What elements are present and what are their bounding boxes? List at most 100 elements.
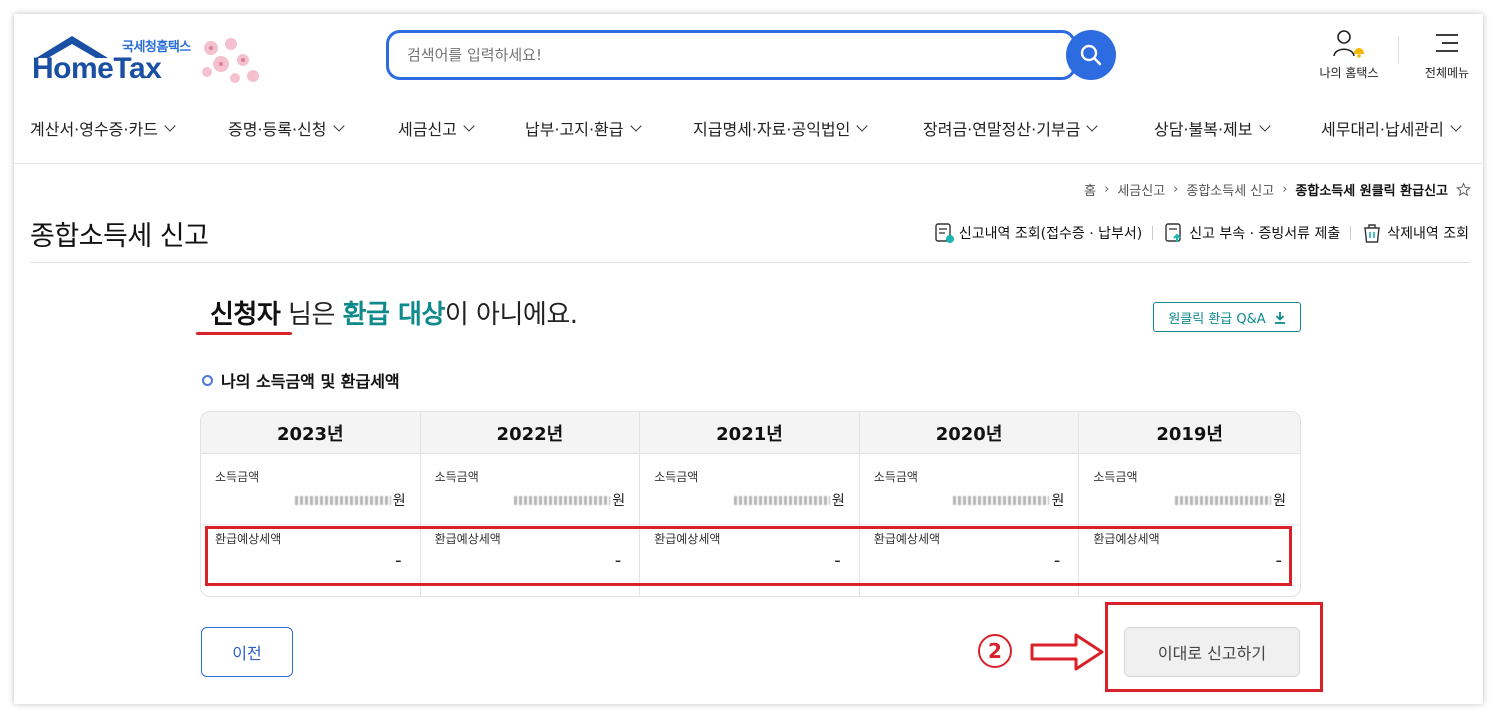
currency-unit: 원 [831, 493, 845, 509]
submit-filing-button[interactable]: 이대로 신고하기 [1124, 627, 1300, 677]
gnb-label: 장려금·연말정산·기부금 [923, 120, 1081, 139]
section-title: 나의 소득금액 및 환급세액 [202, 368, 400, 392]
currency-unit: 원 [392, 493, 406, 509]
gnb-label: 세금신고 [398, 120, 457, 139]
util-divider [1398, 36, 1399, 64]
chevron-down-icon [463, 119, 475, 132]
row-divider [1079, 524, 1300, 525]
income-label: 소득금액 [434, 470, 479, 484]
gnb-label: 지급명세·자료·공익법인 [693, 120, 851, 139]
my-hometax-button[interactable]: 나의 홈택스 [1312, 28, 1386, 81]
deleted-history-link[interactable]: 삭제내역 조회 [1361, 222, 1469, 244]
gnb-label: 증명·등록·신청 [228, 120, 327, 139]
currency-unit: 원 [612, 493, 626, 509]
income-value: 원 [514, 490, 625, 510]
year-header: 2019년 [1079, 412, 1300, 454]
applicant-name: 신청자 [210, 300, 281, 330]
breadcrumb-separator: › [1104, 182, 1110, 197]
year-header: 2021년 [640, 412, 859, 454]
gnb-item-invoice[interactable]: 계산서·영수증·카드 [30, 116, 176, 140]
page-title: 종합소득세 신고 [30, 221, 209, 252]
user-bell-icon [1333, 30, 1364, 58]
income-value: 원 [294, 490, 406, 510]
row-divider [859, 524, 1079, 525]
masked-amount [1175, 495, 1272, 505]
submit-documents-link[interactable]: 신고 부속 · 증빙서류 제출 [1163, 222, 1340, 244]
qa-button-label: 원클릭 환급 Q&A [1168, 311, 1266, 327]
chevron-down-icon [1450, 119, 1462, 132]
chevron-down-icon [164, 119, 176, 132]
year-header: 2020년 [859, 412, 1079, 454]
gnb-label: 납부·고지·환급 [525, 120, 624, 139]
masked-amount [733, 495, 830, 505]
annotation-box-refund [205, 526, 1292, 586]
chevron-down-icon [1258, 119, 1271, 132]
gnb-item-certificate[interactable]: 증명·등록·신청 [228, 116, 345, 140]
breadcrumb-home[interactable]: 홈 [1084, 180, 1096, 199]
gnb-label: 세무대리·납세관리 [1321, 120, 1444, 139]
document-upload-icon [1165, 223, 1181, 242]
download-icon [1274, 311, 1285, 324]
search-icon [1080, 44, 1102, 66]
income-value: 원 [953, 490, 1064, 510]
all-menu-label: 전체메뉴 [1424, 66, 1470, 80]
row-divider [201, 524, 420, 525]
currency-unit: 원 [1273, 493, 1286, 509]
previous-button[interactable]: 이전 [201, 627, 293, 677]
section-title-text: 나의 소득금액 및 환급세액 [221, 372, 400, 391]
divider [30, 262, 1470, 263]
gnb-label: 계산서·영수증·카드 [30, 120, 158, 139]
annotation-underline [196, 332, 292, 335]
currency-unit: 원 [1051, 493, 1065, 509]
filing-history-label: 신고내역 조회(접수증 · 납부서) [958, 226, 1143, 242]
gnb-item-tax-filing[interactable]: 세금신고 [398, 116, 475, 140]
hometax-logo[interactable]: 국세청홈택스 HomeTax [32, 34, 262, 92]
gnb-item-incentives[interactable]: 장려금·연말정산·기부금 [923, 116, 1099, 140]
filing-history-link[interactable]: 신고내역 조회(접수증 · 납부서) [933, 222, 1142, 244]
breadcrumb: 홈 › 세금신고 › 종합소득세 신고 › 종합소득세 원클릭 환급신고 [1084, 180, 1471, 199]
main-navigation: 계산서·영수증·카드 증명·등록·신청 세금신고 납부·고지·환급 지급명세·자… [14, 100, 1483, 164]
masked-amount [953, 495, 1050, 505]
search-box [386, 30, 1076, 80]
row-divider [420, 524, 640, 525]
headline-text-end: 이 아니에요. [444, 300, 578, 330]
row-divider [640, 524, 859, 525]
year-header: 2022년 [420, 412, 640, 454]
search-button[interactable] [1066, 30, 1116, 80]
masked-amount [294, 495, 391, 505]
gnb-label: 상담·불복·제보 [1154, 120, 1253, 139]
headline-text: 님은 [280, 300, 343, 330]
breadcrumb-tax-filing[interactable]: 세금신고 [1117, 180, 1165, 199]
refund-qa-download-button[interactable]: 원클릭 환급 Q&A [1153, 302, 1301, 332]
all-menu-button[interactable]: 전체메뉴 [1416, 28, 1478, 81]
income-label: 소득금액 [1093, 470, 1138, 484]
annotation-arrow-icon [1030, 633, 1104, 671]
search-input[interactable] [407, 43, 1007, 67]
gnb-item-tax-agent[interactable]: 세무대리·납세관리 [1321, 116, 1462, 140]
hometax-window: 국세청홈택스 HomeTax 나의 홈 [14, 14, 1483, 704]
bullet-ring-icon [202, 374, 213, 386]
breadcrumb-current: 종합소득세 원클릭 환급신고 [1295, 184, 1448, 199]
chevron-down-icon [629, 119, 642, 132]
submit-documents-label: 신고 부속 · 증빙서류 제출 [1189, 226, 1341, 242]
trash-icon [1364, 224, 1381, 243]
logo-wordmark: HomeTax [32, 52, 162, 85]
refund-status-headline: 신청자 님은 환급 대상이 아니에요. [210, 294, 578, 331]
income-label: 소득금액 [215, 470, 260, 484]
breadcrumb-income-tax[interactable]: 종합소득세 신고 [1186, 180, 1274, 199]
chevron-down-icon [332, 119, 345, 132]
breadcrumb-separator: › [1282, 182, 1288, 197]
income-value: 원 [1175, 490, 1286, 510]
cherry-blossom-icon [202, 38, 259, 83]
chevron-down-icon [856, 119, 869, 132]
link-divider [1350, 226, 1352, 240]
gnb-item-payment[interactable]: 납부·고지·환급 [525, 116, 642, 140]
link-divider [1152, 226, 1154, 240]
gnb-item-consulting[interactable]: 상담·불복·제보 [1154, 116, 1271, 140]
gnb-item-statements[interactable]: 지급명세·자료·공익법인 [693, 116, 869, 140]
page-links: 신고내역 조회(접수증 · 납부서) 신고 부속 · 증빙서류 제출 삭제내역 … [933, 222, 1469, 244]
income-value: 원 [733, 490, 845, 510]
chevron-down-icon [1086, 119, 1099, 132]
my-hometax-label: 나의 홈택스 [1319, 66, 1379, 80]
star-icon[interactable] [1456, 182, 1471, 197]
